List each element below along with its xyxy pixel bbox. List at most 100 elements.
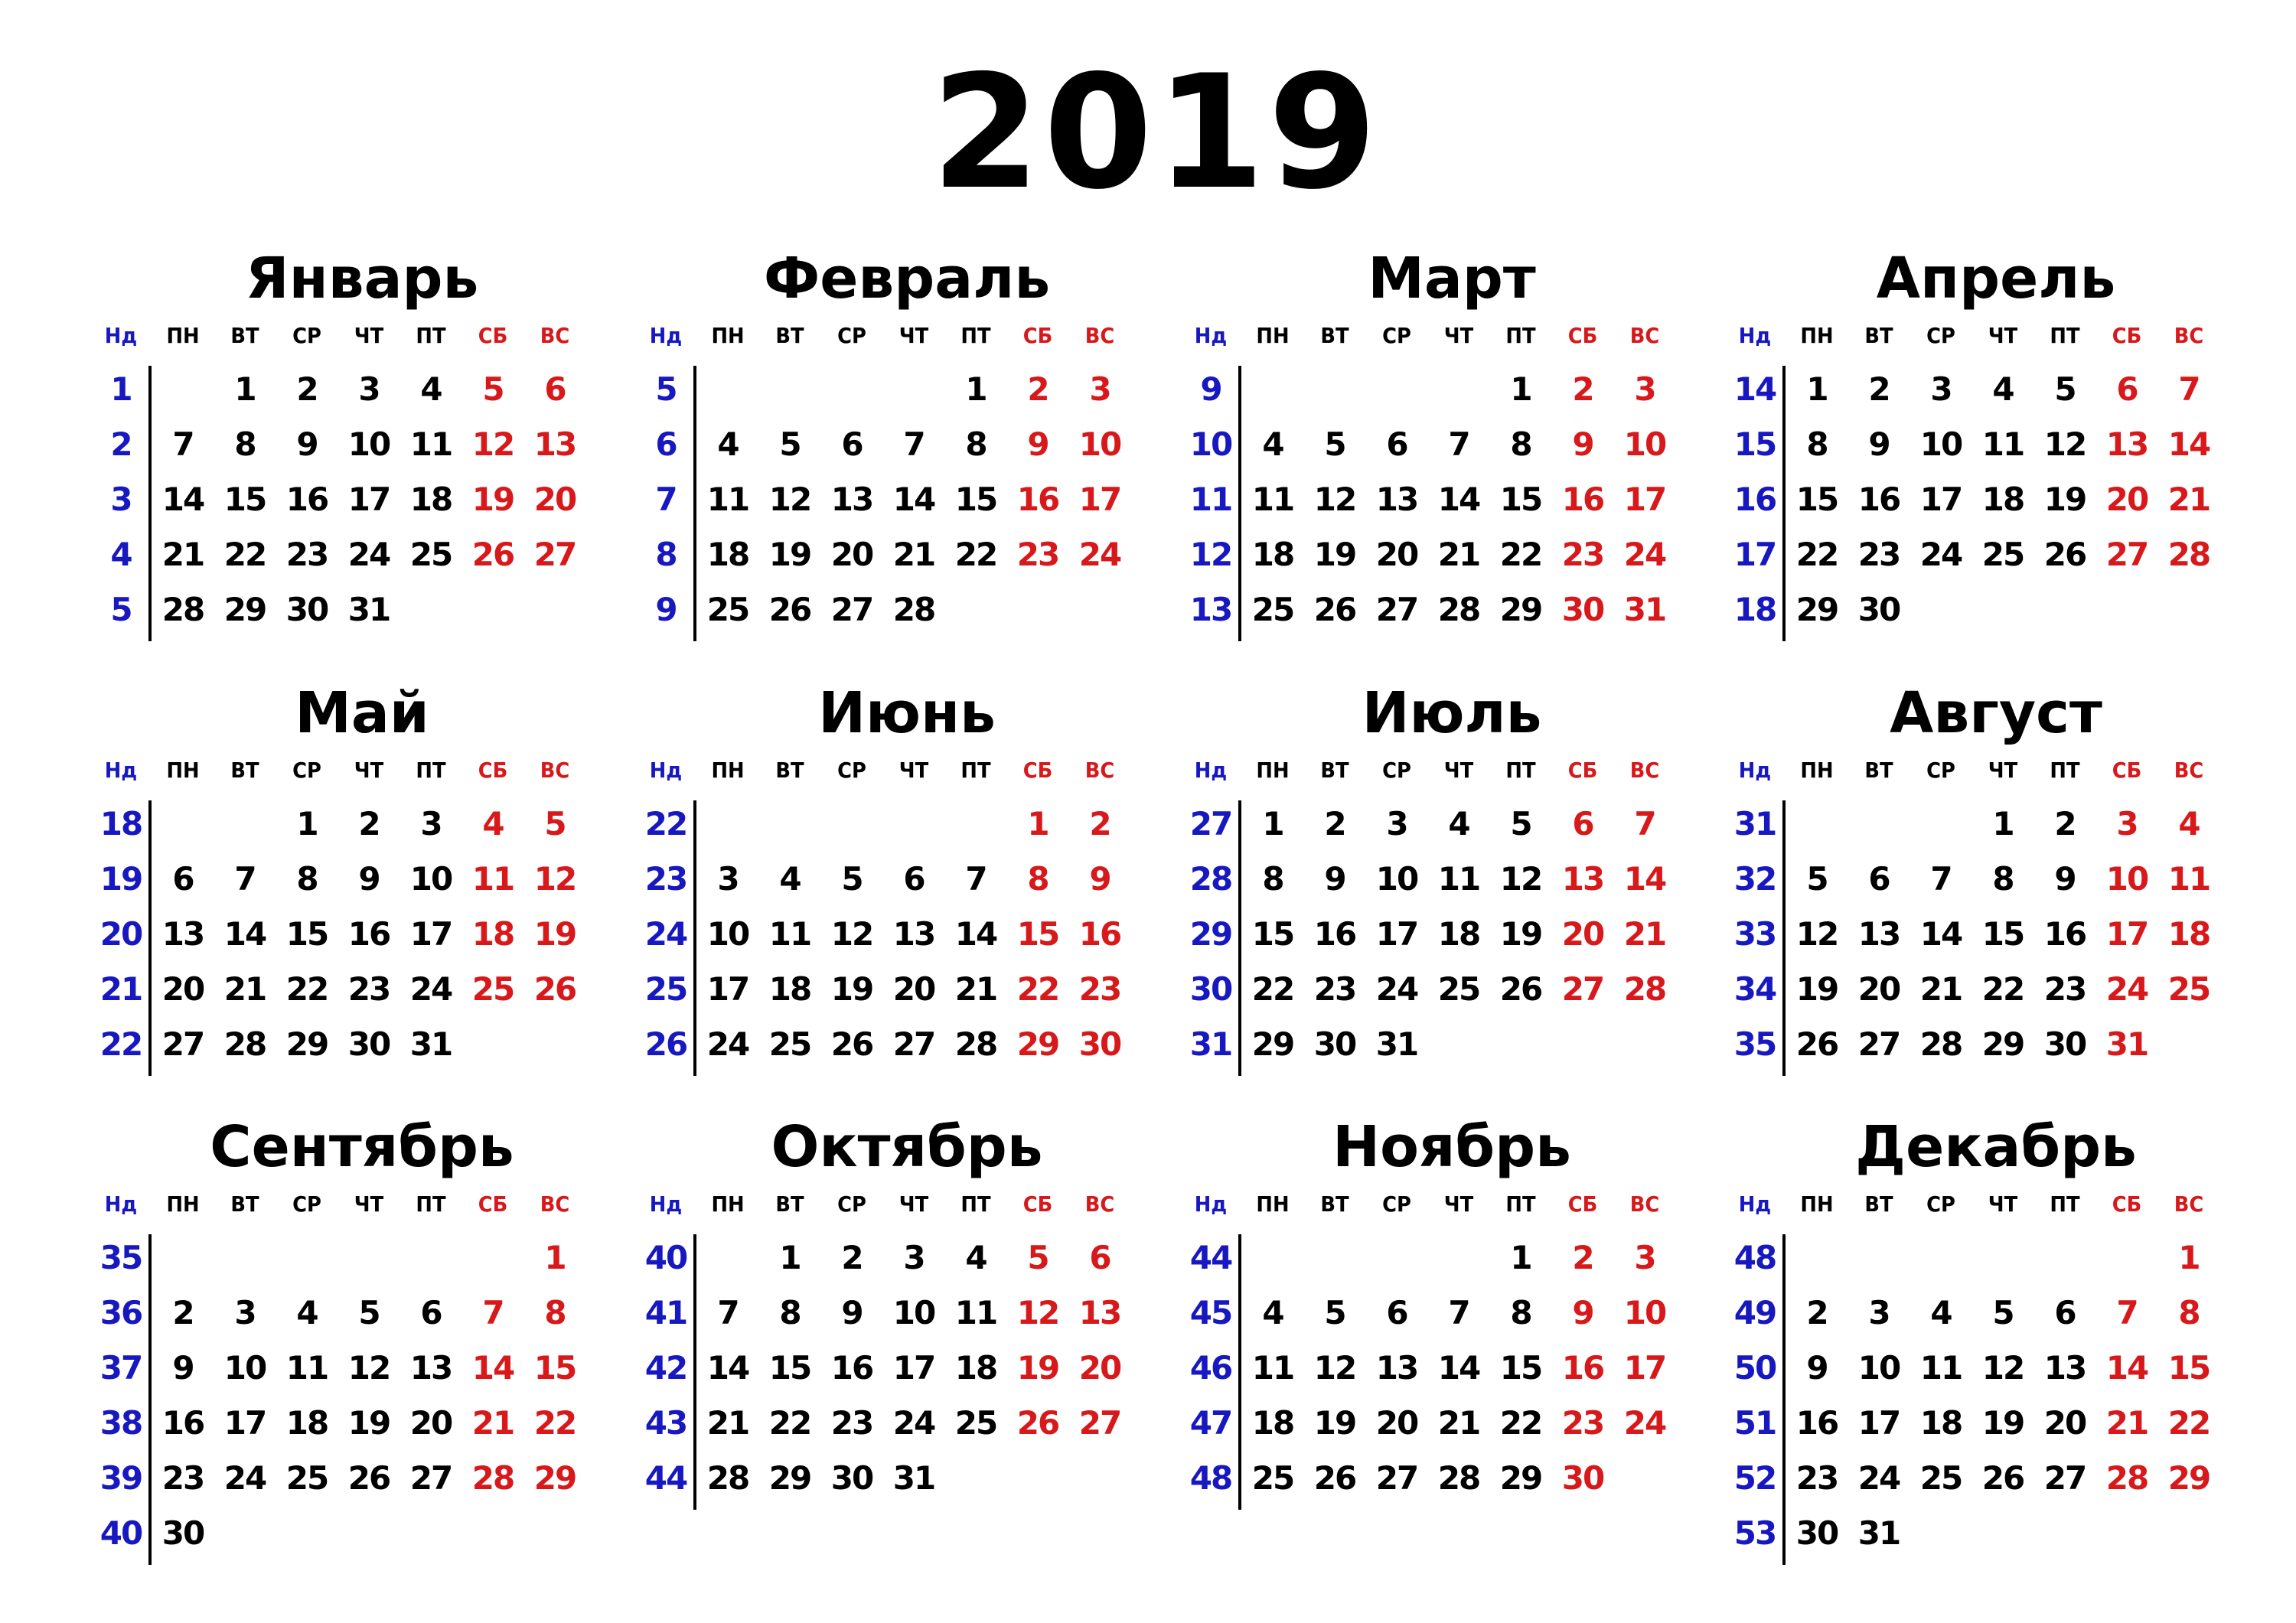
week-number-header: Нд (1194, 1191, 1228, 1217)
weekday-header: СБ (1567, 1191, 1598, 1217)
week-number: 17 (1733, 536, 1777, 573)
day-cell: 13 (409, 1349, 453, 1387)
weekday-header: СР (292, 758, 321, 783)
month-name: Ноябрь (1332, 1114, 1571, 1180)
day-cell: 8 (779, 1294, 801, 1331)
day-cell: 18 (285, 1404, 329, 1442)
week-number: 44 (644, 1459, 688, 1497)
day-cell: 6 (1386, 1294, 1408, 1331)
day-cell: 4 (1262, 1294, 1284, 1331)
weekend-day: 21 (1623, 915, 1667, 953)
day-cell: 8 (1806, 425, 1828, 463)
day-cell: 11 (706, 481, 750, 518)
day-cell: 25 (954, 1404, 998, 1442)
weekday-header: ПН (711, 1191, 745, 1217)
weekday-header: ПТ (1505, 1191, 1536, 1217)
weekend-day: 3 (1634, 370, 1656, 408)
day-cell: 18 (768, 970, 812, 1008)
weekend-day: 8 (2178, 1294, 2200, 1331)
weekend-day: 15 (2167, 1349, 2211, 1387)
week-number: 27 (1189, 805, 1233, 842)
day-cell: 29 (1499, 1459, 1543, 1497)
weekday-header: СР (837, 1191, 866, 1217)
day-cell: 4 (965, 1239, 987, 1276)
weekday-header: ВТ (775, 758, 804, 783)
weekend-day: 31 (2105, 1025, 2149, 1063)
weekend-day: 17 (1623, 1349, 1667, 1387)
day-cell: 16 (161, 1404, 205, 1442)
week-number: 43 (644, 1404, 688, 1442)
weekday-header: ВТ (1320, 758, 1349, 783)
weekend-day: 16 (1016, 481, 1060, 518)
day-cell: 28 (1437, 591, 1481, 628)
day-cell: 1 (1510, 1239, 1532, 1276)
day-cell: 15 (1499, 1349, 1543, 1387)
month-block: Июнь Нд ПН ВТ СР ЧТ ПТ СБ ВС 22 1 2 23 3 4 5 6 7 8 9 24 10 11 1… (635, 683, 1163, 1111)
day-cell: 10 (892, 1294, 936, 1331)
day-cell: 4 (296, 1294, 318, 1331)
day-cell: 5 (841, 860, 863, 898)
week-number-header: Нд (104, 323, 138, 348)
day-cell: 26 (1313, 591, 1357, 628)
weekend-day: 14 (471, 1349, 515, 1387)
month-name: Август (1890, 680, 2102, 746)
day-cell: 2 (1868, 370, 1890, 408)
weekend-day: 22 (2167, 1404, 2211, 1442)
day-cell: 11 (409, 425, 453, 463)
month-block: Август Нд ПН ВТ СР ЧТ ПТ СБ ВС 31 1 2 3 4 32 5 6 7 8 9 10 11 3… (1724, 683, 2252, 1111)
day-cell: 16 (2043, 915, 2087, 953)
weekday-header: ВТ (1864, 1191, 1893, 1217)
day-cell: 13 (2043, 1349, 2087, 1387)
day-cell: 19 (347, 1404, 391, 1442)
day-cell: 5 (1324, 425, 1346, 463)
weekday-header: ПН (1256, 758, 1290, 783)
weekend-day: 5 (544, 805, 566, 842)
day-cell: 3 (1930, 370, 1952, 408)
day-cell: 8 (1992, 860, 2014, 898)
day-cell: 15 (223, 481, 267, 518)
month-name: Июнь (818, 680, 996, 746)
weekday-header: ВС (1629, 758, 1660, 783)
day-cell: 31 (409, 1025, 453, 1063)
day-cell: 22 (223, 536, 267, 573)
weekday-header: ПН (1800, 323, 1834, 348)
day-cell: 12 (347, 1349, 391, 1387)
weekend-day: 2 (1572, 1239, 1594, 1276)
day-cell: 22 (768, 1404, 812, 1442)
day-cell: 9 (296, 425, 318, 463)
week-number: 48 (1733, 1239, 1777, 1276)
week-number: 20 (99, 915, 143, 953)
weekend-day: 12 (533, 860, 577, 898)
weekday-header: ВС (1084, 1191, 1115, 1217)
weekday-header: СР (292, 323, 321, 348)
day-cell: 23 (1857, 536, 1901, 573)
weekend-day: 7 (1634, 805, 1656, 842)
day-cell: 6 (1868, 860, 1890, 898)
day-cell: 31 (347, 591, 391, 628)
day-cell: 15 (1499, 481, 1543, 518)
day-cell: 12 (1313, 481, 1357, 518)
weekday-header: ПТ (416, 323, 446, 348)
day-cell: 22 (1499, 1404, 1543, 1442)
day-cell: 1 (1262, 805, 1284, 842)
week-number-header: Нд (104, 1191, 138, 1217)
day-cell: 12 (1981, 1349, 2025, 1387)
weekend-day: 6 (1089, 1239, 1111, 1276)
weekday-header: ЧТ (354, 323, 384, 348)
day-cell: 30 (830, 1459, 874, 1497)
weekday-header: СР (1926, 1191, 1955, 1217)
day-cell: 30 (1857, 591, 1901, 628)
weekday-header: СБ (478, 758, 508, 783)
day-cell: 16 (1857, 481, 1901, 518)
week-number: 28 (1189, 860, 1233, 898)
week-number: 5 (655, 370, 677, 408)
day-cell: 17 (347, 481, 391, 518)
day-cell: 21 (161, 536, 205, 573)
week-number: 24 (644, 915, 688, 953)
weekday-header: ПН (1800, 758, 1834, 783)
weekday-header: ЧТ (1988, 1191, 2018, 1217)
month-name: Сентябрь (210, 1114, 514, 1180)
day-cell: 20 (2043, 1404, 2087, 1442)
weekend-day: 17 (1078, 481, 1122, 518)
weekday-header: ВС (1084, 758, 1115, 783)
